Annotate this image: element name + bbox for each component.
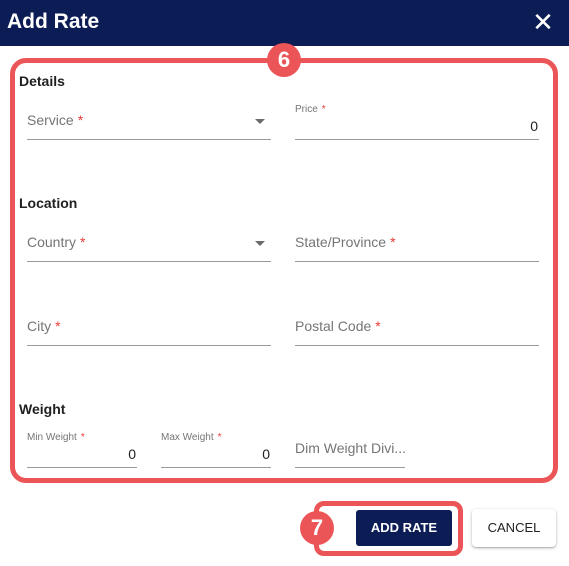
required-marker: *	[55, 318, 61, 334]
min-weight-value: 0	[128, 446, 136, 462]
max-weight-value: 0	[262, 446, 270, 462]
callout-marker-6: 6	[267, 43, 301, 77]
dialog-title: Add Rate	[7, 10, 100, 33]
state-province-field[interactable]: State/Province *	[295, 226, 539, 262]
max-weight-label: Max Weight *	[161, 432, 222, 443]
postal-code-field[interactable]: Postal Code *	[295, 310, 539, 346]
required-marker: *	[217, 432, 222, 443]
dim-weight-divisor-field[interactable]: Dim Weight Divi...	[295, 432, 406, 468]
service-select[interactable]: Service *	[27, 104, 271, 140]
chevron-down-icon	[255, 119, 265, 124]
required-marker: *	[80, 234, 86, 250]
dim-weight-divisor-label: Dim Weight Divi...	[295, 440, 406, 456]
add-rate-button[interactable]: ADD RATE	[356, 510, 452, 546]
country-select[interactable]: Country *	[27, 226, 271, 262]
max-weight-field[interactable]: Max Weight * 0	[161, 432, 271, 468]
required-marker: *	[375, 318, 381, 334]
required-marker: *	[77, 112, 84, 128]
min-weight-label: Min Weight *	[27, 432, 85, 443]
min-weight-field[interactable]: Min Weight * 0	[27, 432, 137, 468]
country-label: Country *	[27, 234, 86, 250]
price-value: 0	[530, 118, 538, 134]
required-marker: *	[390, 234, 396, 250]
city-label: City *	[27, 318, 61, 334]
chevron-down-icon	[255, 241, 265, 246]
state-province-label: State/Province *	[295, 234, 396, 250]
cancel-button[interactable]: CANCEL	[472, 509, 556, 547]
service-label: Service *	[27, 112, 84, 128]
required-marker: *	[321, 104, 326, 115]
dialog-header: Add Rate ✕	[0, 0, 569, 46]
section-weight-heading: Weight	[19, 401, 66, 417]
city-field[interactable]: City *	[27, 310, 271, 346]
callout-marker-7: 7	[300, 511, 334, 545]
price-label: Price *	[295, 104, 326, 115]
close-icon[interactable]: ✕	[530, 9, 556, 35]
postal-code-label: Postal Code *	[295, 318, 381, 334]
price-field[interactable]: Price * 0	[295, 104, 539, 140]
required-marker: *	[80, 432, 85, 443]
section-details-heading: Details	[19, 73, 65, 89]
section-location-heading: Location	[19, 195, 78, 211]
